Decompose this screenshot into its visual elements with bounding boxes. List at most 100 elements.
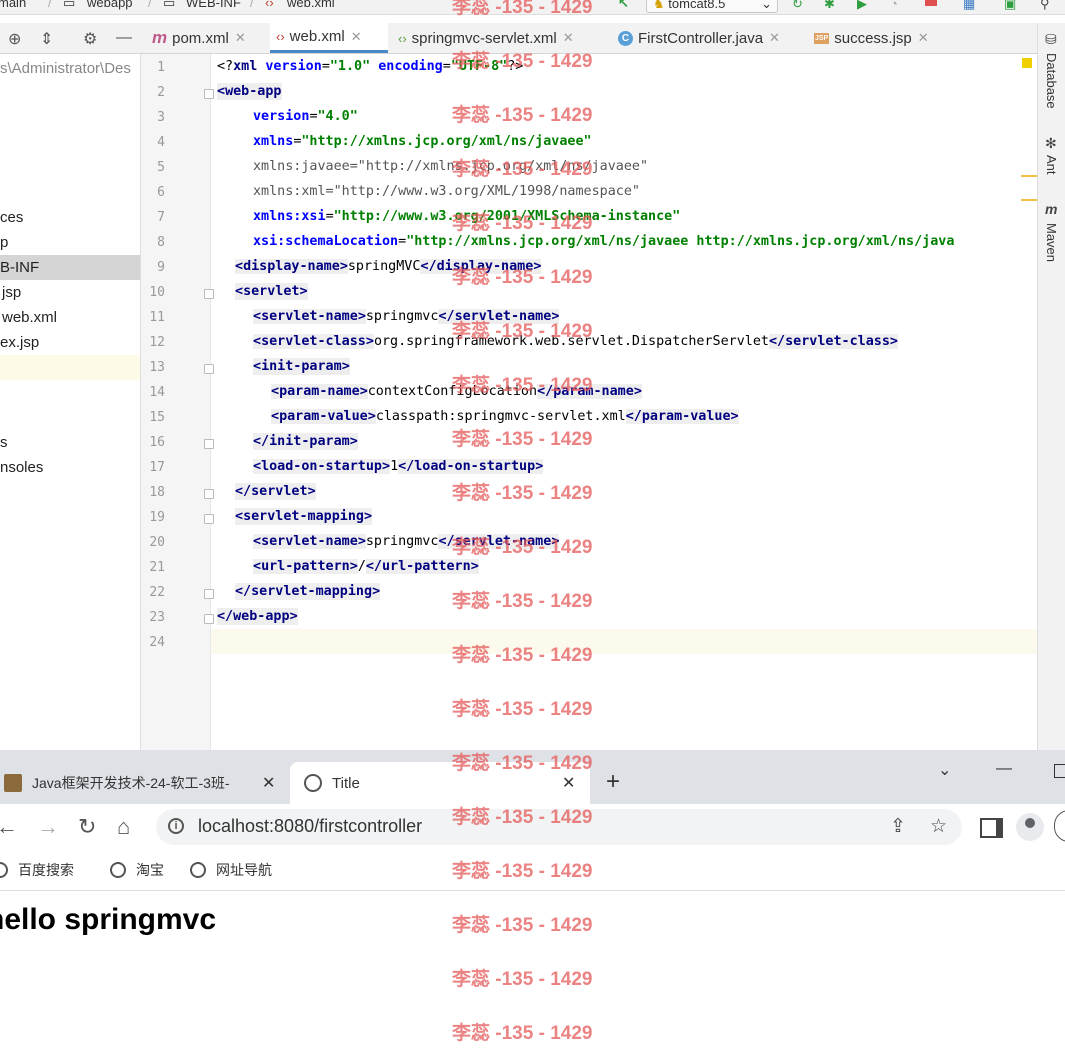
code-line-10: <servlet> — [235, 283, 308, 300]
xml-keyword: xml — [233, 59, 258, 74]
tree-item[interactable]: ces — [0, 205, 140, 230]
code-line-9: <display-name>springMVC</display-name> — [235, 259, 542, 274]
tree-item[interactable]: nsoles — [0, 455, 140, 480]
tree-item-highlight[interactable] — [0, 355, 140, 380]
home-icon[interactable]: ⌂ — [117, 814, 130, 840]
back-arrow-icon[interactable]: ← — [0, 814, 18, 840]
reload-icon[interactable]: ↻ — [78, 814, 96, 840]
tab-pom-xml[interactable]: m pom.xml ✕ — [146, 23, 264, 53]
line-number: 7 — [157, 210, 165, 225]
code-line-24-current[interactable] — [211, 629, 1037, 654]
tree-item[interactable]: s — [0, 430, 140, 455]
tree-item[interactable]: jsp — [0, 280, 140, 305]
run-with-coverage-icon[interactable]: ▶ — [857, 0, 871, 11]
tab-search-chevron-icon[interactable]: ⌄ — [938, 760, 951, 780]
line-number: 21 — [149, 560, 165, 575]
profile-icon[interactable]: ◔ — [890, 0, 904, 11]
close-icon[interactable]: ✕ — [351, 29, 362, 45]
breadcrumb-separator: / — [250, 0, 254, 10]
address-bar[interactable]: i localhost:8080/firstcontroller ⇪ ☆ — [156, 809, 962, 845]
code-editor[interactable]: <?xml version="1.0" encoding="UTF-8"?> <… — [211, 54, 1037, 750]
globe-icon — [304, 774, 322, 792]
bookmark-nav[interactable]: 网址导航 — [190, 860, 272, 880]
line-number: 1 — [157, 60, 165, 75]
tab-web-xml[interactable]: ‹› web.xml ✕ — [270, 23, 388, 53]
close-icon[interactable]: ✕ — [262, 773, 275, 793]
tree-item[interactable]: web.xml — [0, 305, 140, 330]
tool-maven[interactable]: Maven — [1044, 223, 1059, 262]
maximize-button[interactable] — [1054, 764, 1065, 778]
code-line-8: xsi:schemaLocation="http://xmlns.jcp.org… — [253, 234, 955, 249]
gear-icon[interactable]: ⚙ — [83, 29, 97, 49]
line-number: 14 — [149, 385, 165, 400]
collapse-all-icon[interactable]: ⇕ — [40, 29, 53, 49]
debug-icon[interactable]: ✱ — [824, 0, 838, 11]
warning-indicator[interactable] — [1022, 58, 1032, 68]
stop-icon[interactable] — [925, 0, 937, 6]
breadcrumb-main[interactable]: main — [0, 0, 26, 10]
close-icon[interactable]: ✕ — [235, 30, 246, 46]
build-hammer-icon[interactable]: ↖ — [618, 0, 629, 11]
breadcrumb-web-inf[interactable]: WEB-INF — [186, 0, 241, 10]
url-text[interactable]: localhost:8080/firstcontroller — [198, 816, 422, 837]
profile-avatar[interactable] — [1016, 813, 1044, 841]
tab-success-jsp[interactable]: JSP success.jsp ✕ — [808, 23, 950, 53]
error-stripe-mark[interactable] — [1021, 175, 1037, 177]
close-icon[interactable]: ✕ — [562, 773, 575, 793]
close-icon[interactable]: ✕ — [918, 30, 929, 46]
forward-arrow-icon[interactable]: → — [37, 814, 59, 840]
new-tab-button[interactable]: + — [606, 768, 620, 796]
share-icon[interactable]: ⇪ — [890, 815, 906, 838]
xml-value: "1.0" — [329, 59, 371, 74]
breadcrumb-web-xml[interactable]: web.xml — [287, 0, 335, 10]
tab-springmvc-servlet-xml[interactable]: ‹› springmvc-servlet.xml ✕ — [392, 23, 604, 53]
globe-icon — [0, 862, 8, 878]
line-number-gutter: 1 2 3 4 5 6 7 8 9 10 11 12 13 14 15 16 17 18 19 20 21 22 23 24 — [141, 54, 214, 750]
side-panel-icon[interactable] — [980, 818, 1003, 838]
code-line-3: version="4.0" — [253, 109, 358, 124]
line-number: 24 — [149, 635, 165, 650]
course-site-icon — [4, 774, 22, 792]
error-stripe-mark[interactable] — [1021, 199, 1037, 201]
code-line-5: xmlns:javaee="http://xmlns.jcp.org/xml/n… — [253, 159, 649, 174]
line-number: 19 — [149, 510, 165, 525]
project-structure-icon[interactable]: ▦ — [963, 0, 977, 11]
tomcat-icon: ♞ — [653, 0, 665, 11]
line-number: 11 — [149, 310, 165, 325]
code-line-20: <servlet-name>springmvc</servlet-name> — [253, 534, 560, 549]
ant-icon[interactable]: ✻ — [1045, 135, 1057, 152]
site-info-icon[interactable]: i — [168, 818, 184, 834]
browser-window: Java框架开发技术-24-软工-3班- ✕ Title ✕ + ⌄ — ← →… — [0, 750, 1065, 1057]
tree-item[interactable]: ex.jsp — [0, 330, 140, 355]
tree-item[interactable]: p — [0, 230, 140, 255]
run-configuration-label: tomcat8.5 — [668, 0, 726, 11]
hide-panel-icon[interactable]: — — [116, 29, 132, 47]
bookmark-taobao[interactable]: 淘宝 — [110, 860, 164, 880]
close-icon[interactable]: ✕ — [769, 30, 780, 46]
close-icon[interactable]: ✕ — [563, 30, 574, 46]
search-icon[interactable]: ⚲ — [1040, 0, 1054, 11]
line-number: 18 — [149, 485, 165, 500]
rerun-icon[interactable]: ↻ — [792, 0, 806, 11]
tree-item-selected[interactable]: B-INF — [0, 255, 140, 280]
breadcrumb-webapp[interactable]: webapp — [87, 0, 133, 10]
browser-menu-button[interactable] — [1054, 810, 1065, 842]
tab-first-controller-java[interactable]: C FirstController.java ✕ — [612, 23, 804, 53]
code-line-4: xmlns="http://xmlns.jcp.org/xml/ns/javae… — [253, 134, 592, 149]
locate-target-icon[interactable]: ⊕ — [8, 29, 21, 49]
browser-tab-course[interactable]: Java框架开发技术-24-软工-3班- ✕ — [0, 762, 286, 804]
run-configuration-select[interactable]: ♞ tomcat8.5 ⌄ — [646, 0, 778, 13]
tool-database[interactable]: Database — [1044, 53, 1059, 109]
bookmark-star-icon[interactable]: ☆ — [930, 815, 947, 838]
tool-ant[interactable]: Ant — [1044, 155, 1059, 175]
bookmark-baidu[interactable]: 百度搜索 — [0, 860, 74, 880]
maven-icon[interactable]: m — [1045, 201, 1057, 217]
spring-xml-icon: ‹› — [398, 30, 407, 46]
database-icon[interactable]: ⛁ — [1045, 31, 1057, 48]
services-icon[interactable]: ▣ — [1004, 0, 1018, 11]
xml-file-icon: ‹› — [276, 29, 285, 44]
browser-tab-title-page[interactable]: Title ✕ — [290, 762, 590, 804]
code-line-17: <load-on-startup>1</load-on-startup> — [253, 459, 544, 474]
breadcrumb-separator: / — [148, 0, 152, 10]
minimize-button[interactable]: — — [996, 760, 1012, 778]
